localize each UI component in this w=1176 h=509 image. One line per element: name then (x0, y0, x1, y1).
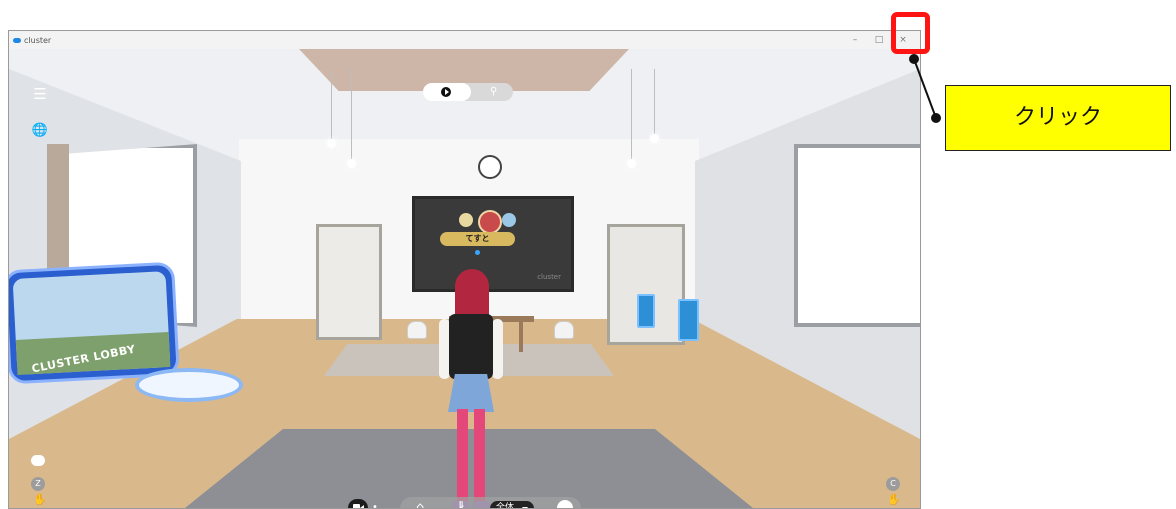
display-name-label: てすと (440, 232, 515, 246)
badge-icon (459, 213, 473, 227)
wall-clock-icon (478, 155, 502, 179)
camera-mode-button[interactable] (348, 499, 368, 508)
play-mode-tab[interactable] (423, 83, 471, 101)
click-callout: クリック (945, 85, 1171, 151)
shortcut-key-c: C (886, 477, 900, 491)
pendant-lamp-icon (327, 139, 336, 148)
menu-icon[interactable]: ☰ (31, 85, 49, 103)
app-window: cluster – □ × てすと cluster CLUSTER LOBBY … (8, 30, 921, 509)
pendant-lamp-icon (650, 134, 659, 143)
person-icon[interactable]: ⚲ (490, 86, 497, 97)
chat-icon[interactable] (31, 455, 45, 466)
title-bar: cluster – □ × (9, 31, 920, 50)
chevron-down-icon (522, 507, 528, 508)
camera-person-icon: • (372, 502, 378, 508)
hand-icon[interactable]: ✋ (887, 493, 901, 506)
window-title: cluster (24, 35, 52, 45)
player-avatar (437, 269, 505, 508)
screen-logo: cluster (537, 273, 561, 281)
maximize-button[interactable]: □ (868, 33, 890, 47)
status-icon (502, 213, 516, 227)
cluster-logo-icon (13, 37, 21, 43)
camera-icon[interactable]: ⌂ (416, 500, 424, 508)
cluster-lobby-portal[interactable]: CLUSTER LOBBY (9, 264, 177, 382)
play-icon (441, 87, 451, 97)
gesture-icon[interactable]: ✋ (33, 493, 47, 506)
wall-poster[interactable] (637, 294, 655, 328)
right-window (794, 144, 920, 327)
teleport-pad[interactable] (139, 372, 239, 398)
wall-poster[interactable] (678, 299, 699, 341)
indicator-dot (475, 250, 480, 255)
shortcut-key-z: Z (31, 477, 45, 491)
close-button-highlight (891, 12, 930, 54)
chair (554, 321, 574, 339)
view-mode-toggle[interactable]: ⚲ (423, 83, 513, 101)
minimize-button[interactable]: – (844, 33, 866, 47)
voice-scope-select[interactable]: 全体 (490, 501, 534, 508)
mic-muted-icon[interactable]: ∦ (458, 500, 465, 508)
pendant-lamp-icon (627, 159, 636, 168)
virtual-room-viewport[interactable]: てすと cluster CLUSTER LOBBY ⚲ ☰ 🌐 Z ✋ C ✋ … (9, 49, 920, 508)
avatar (478, 210, 502, 234)
chair (407, 321, 427, 339)
left-doorway (316, 224, 382, 340)
globe-icon[interactable]: 🌐 (31, 123, 49, 138)
pendant-lamp-icon (347, 159, 356, 168)
